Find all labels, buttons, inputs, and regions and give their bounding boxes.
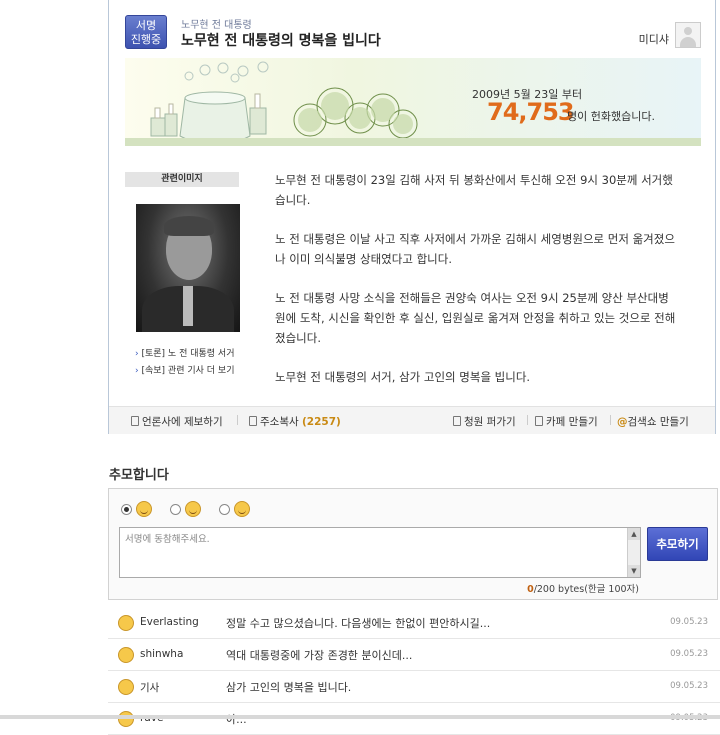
related-link-discussion-label: [토론] 노 전 대통령 서거: [141, 349, 235, 359]
body-paragraph: 노 전 대통령 사망 소식을 전해들은 권양숙 여사는 오전 9시 25분께 양…: [275, 291, 676, 345]
comment-row: Everlasting 정말 수고 많으셨습니다. 다음생에는 한없이 편안하시…: [108, 607, 720, 639]
comment-author[interactable]: 기사: [140, 680, 159, 695]
petition-share-button[interactable]: 청원 퍼가기: [453, 414, 516, 429]
byte-limit: /200 bytes(한글 100자): [533, 584, 639, 595]
cafe-button[interactable]: 카페 만들기: [535, 414, 598, 429]
divider: [610, 415, 611, 425]
petition-share-label: 청원 퍼가기: [464, 416, 516, 428]
sobbing-face-icon: [233, 501, 250, 517]
body-paragraph: 노무현 전 대통령의 서거, 삼가 고인의 명복을 빕니다.: [275, 370, 531, 384]
tribute-submit-button[interactable]: 추모하기: [647, 527, 708, 561]
comment-row: shinwha 역대 대통령중에 가장 존경한 분이신데... 09.05.23: [108, 639, 720, 671]
report-label: 언론사에 제보하기: [142, 416, 223, 428]
comment-date: 09.05.23: [670, 681, 708, 691]
status-badge: 서명 진행중: [125, 15, 167, 49]
section-title: 추모합니다: [109, 468, 169, 483]
author-name[interactable]: 미디샤: [639, 31, 669, 47]
comment-placeholder: 서명에 동참해주세요.: [125, 534, 210, 545]
related-link-discussion[interactable]: › [토론] 노 전 대통령 서거: [135, 346, 234, 363]
comment-text: 삼가 고인의 명복을 빕니다.: [226, 681, 352, 694]
clipboard-icon: [453, 416, 461, 426]
related-image-label: 관련이미지: [125, 172, 239, 187]
petition-card: 서명 진행중 노무현 전 대통령 노무현 전 대통령의 명복을 빕니다 미디샤: [108, 0, 716, 434]
comment-text: 아...: [226, 713, 247, 726]
phone-icon: [131, 416, 139, 426]
avatar[interactable]: [675, 22, 701, 48]
search-show-label: 검색쇼 만들기: [627, 416, 689, 428]
comment-row: 기사 삼가 고인의 명복을 빕니다. 09.05.23: [108, 671, 720, 703]
action-toolbar: 언론사에 제보하기 주소복사 (2257) 청원 퍼가기 카페 만들기 @검색쇼…: [109, 406, 715, 434]
at-icon: @: [617, 416, 628, 428]
crying-face-icon: [184, 501, 201, 517]
byte-current: 0: [527, 584, 534, 595]
comment-date: 09.05.23: [670, 649, 708, 659]
cafe-label: 카페 만들기: [546, 416, 598, 428]
copy-address-label: 주소복사: [260, 416, 299, 428]
body-paragraph: 노 전 대통령은 이날 사고 직후 사저에서 가까운 김해시 세영병원으로 먼저…: [275, 232, 675, 266]
comment-row: rave 아... 09.05.23: [108, 703, 720, 735]
divider: [527, 415, 528, 425]
related-link-news-label: [속보] 관련 기사 더 보기: [141, 366, 235, 376]
comment-form: 서명에 동참해주세요. ▲ ▼ 추모하기 0/200 bytes(한글 100자…: [108, 488, 718, 600]
emotion-radio-sobbing[interactable]: [218, 503, 230, 515]
status-badge-line1: 서명: [135, 19, 157, 32]
bottom-scrollbar[interactable]: [0, 715, 720, 719]
body-paragraph: 노무현 전 대통령이 23일 김해 사저 뒤 봉화산에서 투신해 오전 9시 3…: [275, 173, 673, 207]
sad-face-icon: [118, 679, 134, 695]
arrow-right-icon: ›: [135, 349, 139, 359]
comment-author[interactable]: shinwha: [140, 648, 183, 660]
related-photo[interactable]: [136, 204, 240, 332]
emotion-selector: [121, 501, 264, 517]
petition-subtitle: 노무현 전 대통령: [181, 20, 252, 31]
related-link-news[interactable]: › [속보] 관련 기사 더 보기: [135, 363, 234, 380]
copy-icon: [249, 416, 257, 426]
scroll-up-icon[interactable]: ▲: [628, 528, 640, 540]
petition-title[interactable]: 노무현 전 대통령의 명복을 빕니다: [181, 30, 381, 50]
arrow-right-icon: ›: [135, 366, 139, 376]
comment-text: 정말 수고 많으셨습니다. 다음생에는 한없이 편안하시길...: [226, 617, 491, 630]
sad-face-icon: [136, 501, 152, 517]
tribute-count: 74,753: [487, 98, 575, 126]
comment-date: 09.05.23: [670, 617, 708, 627]
sad-face-icon: [118, 615, 134, 631]
comment-text: 역대 대통령중에 가장 존경한 분이신데...: [226, 649, 413, 662]
divider: [237, 415, 238, 425]
comment-author[interactable]: Everlasting: [140, 616, 199, 628]
status-badge-line2: 진행중: [130, 33, 162, 46]
petition-body: 노무현 전 대통령이 23일 김해 사저 뒤 봉화산에서 투신해 오전 9시 3…: [275, 170, 679, 406]
copy-count: (2257): [301, 416, 341, 428]
comment-input[interactable]: 서명에 동참해주세요. ▲ ▼: [119, 527, 641, 578]
memorial-banner: 2009년 5월 23일 부터 74,753 명이 헌화했습니다.: [125, 58, 701, 146]
related-links: › [토론] 노 전 대통령 서거 › [속보] 관련 기사 더 보기: [135, 346, 234, 380]
tribute-suffix: 명이 헌화했습니다.: [567, 110, 655, 123]
memorial-illustration: [125, 61, 701, 146]
report-button[interactable]: 언론사에 제보하기: [131, 414, 223, 429]
sad-face-icon: [118, 711, 134, 727]
photo-hair: [164, 216, 214, 236]
search-show-button[interactable]: @검색쇼 만들기: [617, 414, 689, 429]
emotion-radio-crying[interactable]: [169, 503, 181, 515]
copy-address-button[interactable]: 주소복사 (2257): [249, 414, 341, 429]
byte-counter: 0/200 bytes(한글 100자): [527, 581, 639, 595]
cafe-icon: [535, 416, 543, 426]
photo-tie: [183, 286, 193, 326]
comment-scrollbar[interactable]: ▲ ▼: [627, 528, 640, 577]
scroll-down-icon[interactable]: ▼: [628, 565, 640, 577]
emotion-radio-sad[interactable]: [121, 503, 132, 515]
sad-face-icon: [118, 647, 134, 663]
